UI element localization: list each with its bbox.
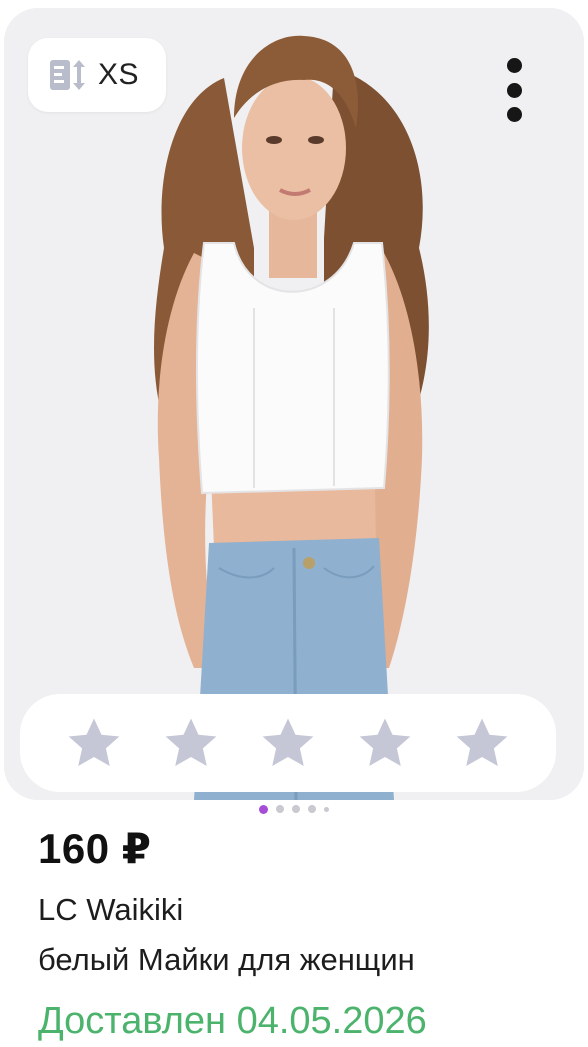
pager-dot	[292, 805, 300, 813]
product-price: 160 ₽	[38, 825, 152, 872]
star-icon-5[interactable]	[451, 712, 513, 774]
product-title[interactable]: белый Майки для женщин	[38, 942, 415, 978]
image-pager	[0, 803, 588, 815]
more-dot	[506, 107, 522, 122]
pager-dot-active	[259, 804, 268, 814]
delivery-status: Доставлен 04.05.2026	[38, 1000, 427, 1042]
star-icon-2[interactable]	[160, 712, 222, 774]
product-card[interactable]: XS 160 ₽ LC Waikiki белый Майки для женщ…	[0, 0, 588, 1047]
more-dot	[506, 82, 522, 98]
star-icon-3[interactable]	[257, 712, 319, 774]
size-badge[interactable]: XS	[28, 38, 166, 112]
pager-dot	[308, 805, 316, 813]
more-vertical-icon	[506, 58, 522, 73]
pager-dot	[324, 806, 329, 812]
rating-stars	[20, 694, 556, 792]
pager-dot	[276, 805, 284, 813]
size-label: XS	[98, 58, 140, 91]
product-brand[interactable]: LC Waikiki	[38, 892, 183, 928]
product-image-area[interactable]: XS	[4, 8, 584, 800]
star-icon-1[interactable]	[63, 712, 125, 774]
size-arrows-icon	[46, 54, 88, 96]
star-icon-4[interactable]	[354, 712, 416, 774]
more-options-button[interactable]	[494, 52, 534, 128]
